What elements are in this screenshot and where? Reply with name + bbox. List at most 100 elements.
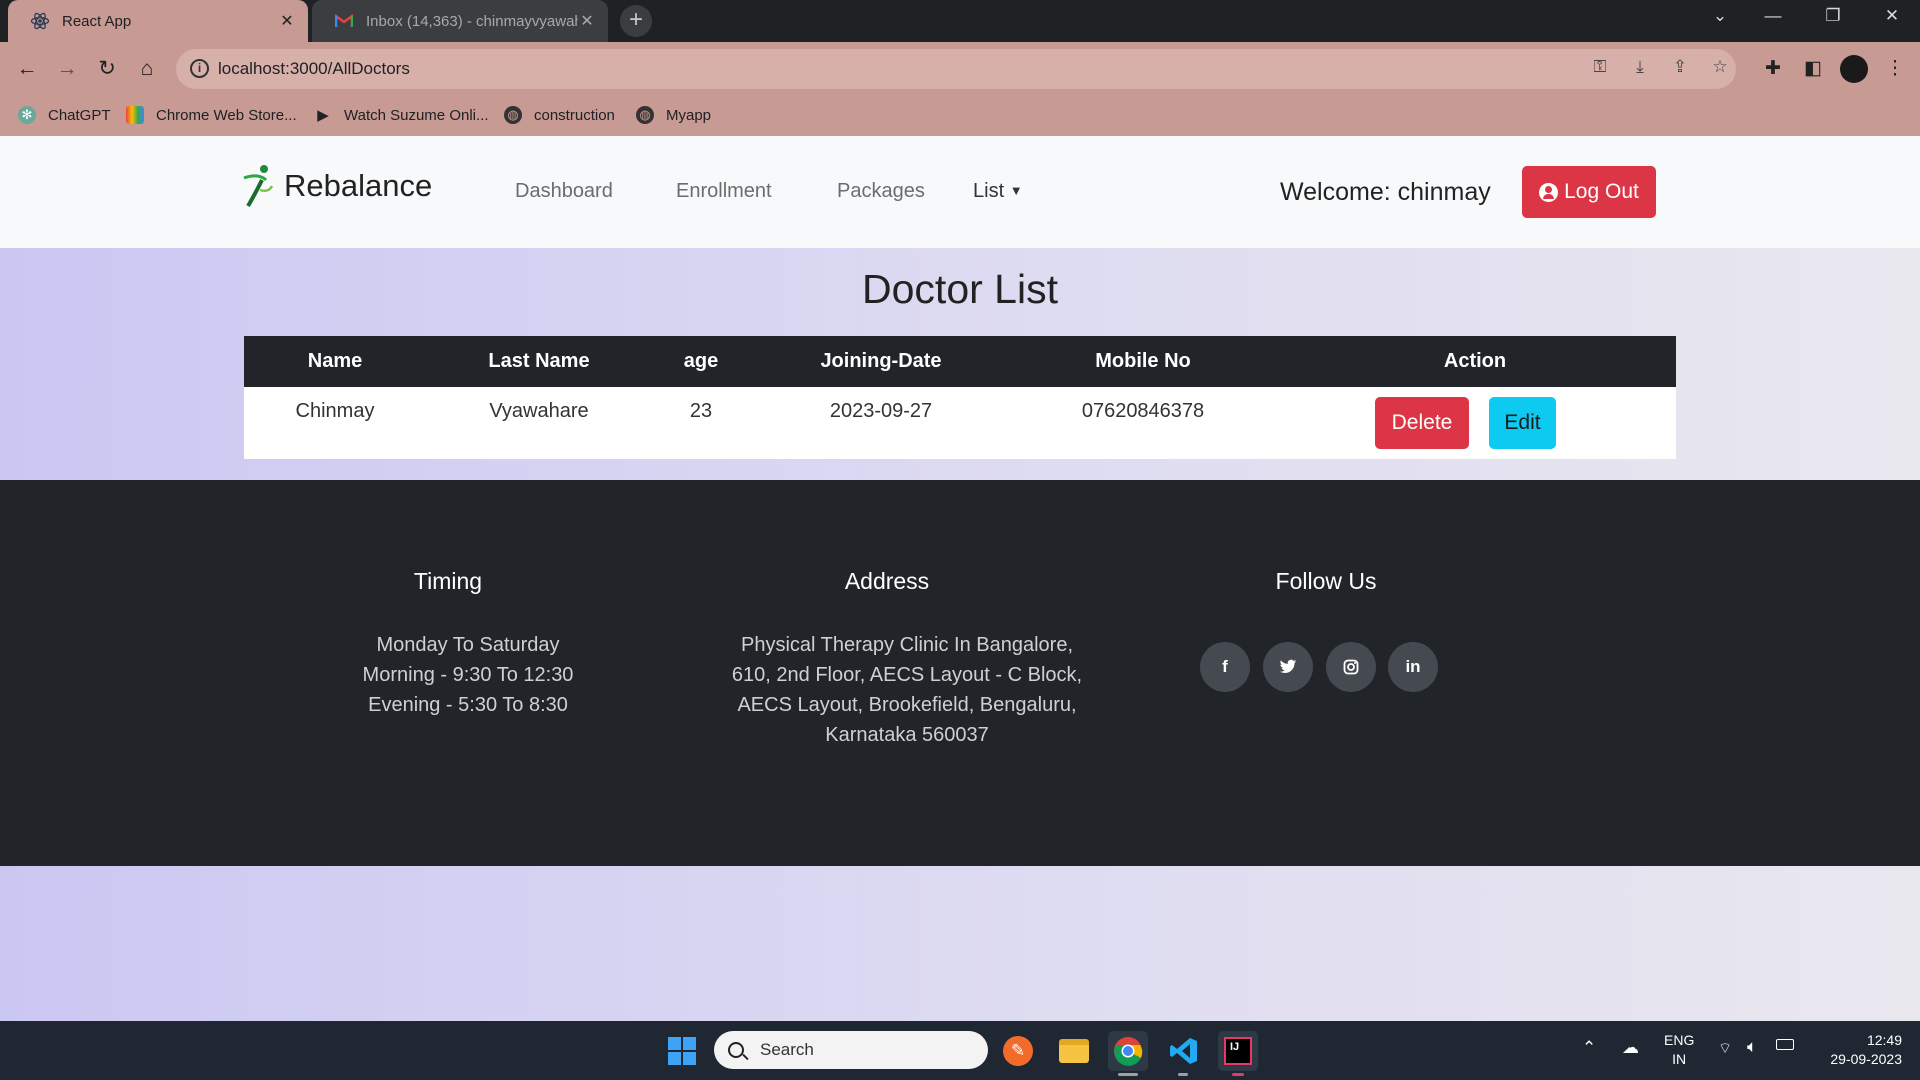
- close-tab-icon[interactable]: ✕: [578, 11, 596, 31]
- bookmark-construction[interactable]: ◍ construction: [504, 106, 615, 124]
- tab-title: React App: [62, 12, 132, 30]
- wifi-icon[interactable]: ⌔: [1718, 1039, 1732, 1058]
- key-icon[interactable]: ⚿: [1588, 57, 1612, 81]
- linkedin-icon[interactable]: in: [1388, 642, 1438, 692]
- file-explorer-icon[interactable]: [1054, 1031, 1094, 1071]
- close-tab-icon[interactable]: ✕: [278, 11, 296, 31]
- vscode-icon[interactable]: [1164, 1031, 1204, 1071]
- column-header-action: Action: [1443, 350, 1507, 372]
- share-icon[interactable]: ⇪: [1668, 57, 1692, 81]
- onedrive-cloud-icon[interactable]: ☁: [1622, 1038, 1639, 1058]
- user-circle-icon: [1539, 182, 1559, 202]
- volume-icon[interactable]: 🔈︎: [1747, 1037, 1757, 1057]
- close-window-icon[interactable]: ✕: [1872, 6, 1912, 26]
- battery-icon[interactable]: [1776, 1039, 1794, 1050]
- chevron-up-icon[interactable]: ⌃: [1582, 1038, 1596, 1058]
- footer-address-text: Physical Therapy Clinic In Bangalore, 61…: [732, 630, 1082, 750]
- footer-heading-timing: Timing: [413, 568, 483, 594]
- column-header-joining-date: Joining-Date: [820, 350, 942, 372]
- instagram-icon[interactable]: [1326, 642, 1376, 692]
- cell-joining-date: 2023-09-27: [829, 400, 933, 422]
- cell-age: 23: [689, 400, 713, 422]
- back-icon[interactable]: ←: [12, 54, 42, 84]
- vscode-active-indicator: [1178, 1073, 1188, 1076]
- start-menu-icon[interactable]: [662, 1031, 702, 1071]
- new-tab-button[interactable]: +: [620, 5, 652, 37]
- cell-last-name: Vyawahare: [489, 400, 589, 422]
- language-indicator[interactable]: ENG IN: [1664, 1031, 1694, 1069]
- app-orange-icon[interactable]: ✎: [998, 1031, 1038, 1071]
- bookmark-label: construction: [534, 106, 615, 124]
- bookmark-chatgpt[interactable]: ✻ ChatGPT: [18, 106, 111, 124]
- forward-icon[interactable]: →: [52, 54, 82, 84]
- search-icon: [728, 1042, 744, 1058]
- brand-name: Rebalance: [284, 168, 433, 203]
- bookmark-myapp[interactable]: ◍ Myapp: [636, 106, 711, 124]
- nav-link-packages[interactable]: Packages: [837, 180, 925, 203]
- extensions-icon[interactable]: ✚: [1760, 57, 1786, 83]
- nav-dropdown-list[interactable]: List ▼: [973, 180, 1023, 203]
- nav-dropdown-label: List: [973, 180, 1005, 202]
- doctor-table: Name Last Name age Joining-Date Mobile N…: [244, 336, 1676, 459]
- edit-button[interactable]: Edit: [1489, 397, 1556, 449]
- chrome-icon[interactable]: [1108, 1031, 1148, 1071]
- logout-label: Log Out: [1564, 180, 1639, 203]
- tab-search-icon[interactable]: ⌄: [1700, 6, 1740, 26]
- intellij-active-indicator: [1232, 1073, 1244, 1076]
- webstore-icon: [126, 106, 144, 124]
- intellij-icon[interactable]: IJ: [1218, 1031, 1258, 1071]
- bookmark-watch-suzume[interactable]: ▶ Watch Suzume Onli...: [314, 106, 489, 125]
- welcome-text: Welcome: chinmay: [1280, 178, 1491, 206]
- chatgpt-icon: ✻: [18, 106, 36, 124]
- twitter-icon[interactable]: [1263, 642, 1313, 692]
- bookmark-star-icon[interactable]: ☆: [1708, 57, 1732, 81]
- minimize-icon[interactable]: —: [1753, 6, 1793, 26]
- page-viewport: Rebalance Dashboard Enrollment Packages …: [0, 136, 1920, 1021]
- menu-kebab-icon[interactable]: ⋮: [1882, 57, 1908, 83]
- tab-gmail-inbox[interactable]: Inbox (14,363) - chinmayvyawah ✕: [312, 0, 608, 42]
- url-text: localhost:3000/AllDoctors: [218, 59, 410, 78]
- delete-button[interactable]: Delete: [1375, 397, 1469, 449]
- install-icon[interactable]: ⤓: [1628, 57, 1652, 81]
- home-icon[interactable]: ⌂: [132, 54, 162, 84]
- tab-react-app[interactable]: React App ✕: [8, 0, 308, 42]
- clock-date: 29-09-2023: [1830, 1051, 1902, 1067]
- caret-down-icon: ▼: [1009, 183, 1023, 198]
- bookmark-label: Watch Suzume Onli...: [344, 106, 489, 124]
- nav-link-dashboard[interactable]: Dashboard: [515, 180, 613, 203]
- play-icon: ▶: [317, 107, 329, 124]
- footer-heading-follow-us: Follow Us: [1275, 568, 1377, 594]
- bookmarks-bar: ✻ ChatGPT Chrome Web Store... ▶ Watch Su…: [0, 96, 1920, 136]
- cell-name: Chinmay: [295, 400, 375, 422]
- bookmark-chrome-web-store[interactable]: Chrome Web Store...: [126, 106, 297, 124]
- profile-avatar[interactable]: [1840, 55, 1868, 83]
- address-line: AECS Layout, Brookefield, Bengaluru,: [737, 694, 1077, 716]
- browser-tab-bar: React App ✕ Inbox (14,363) - chinmayvyaw…: [0, 0, 1920, 42]
- address-bar[interactable]: i localhost:3000/AllDoctors ⚿ ⤓ ⇪ ☆: [176, 49, 1736, 89]
- chrome-active-indicator: [1118, 1073, 1138, 1076]
- page-title: Doctor List: [862, 266, 1058, 312]
- footer-timing-text: Monday To Saturday Morning - 9:30 To 12:…: [363, 630, 574, 720]
- restore-icon[interactable]: ❐: [1813, 6, 1853, 26]
- address-line: Physical Therapy Clinic In Bangalore,: [740, 634, 1074, 656]
- footer: Timing Monday To Saturday Morning - 9:30…: [0, 480, 1920, 866]
- column-header-mobile: Mobile No: [1095, 350, 1191, 372]
- brand[interactable]: Rebalance: [240, 164, 432, 208]
- timing-line: Monday To Saturday: [376, 634, 560, 656]
- language-code: ENG: [1664, 1032, 1695, 1048]
- side-panel-icon[interactable]: ◧: [1800, 57, 1826, 83]
- column-header-name: Name: [307, 350, 363, 372]
- timing-line: Evening - 5:30 To 8:30: [368, 694, 568, 716]
- taskbar-search[interactable]: Search: [714, 1031, 988, 1069]
- bookmark-label: ChatGPT: [48, 106, 111, 124]
- clock[interactable]: 12:49 29-09-2023: [1812, 1031, 1902, 1069]
- nav-link-enrollment[interactable]: Enrollment: [676, 180, 772, 203]
- region-code: IN: [1672, 1051, 1687, 1067]
- clock-time: 12:49: [1866, 1032, 1902, 1048]
- globe-icon: ◍: [504, 106, 522, 124]
- logout-button[interactable]: Log Out: [1522, 166, 1656, 218]
- column-header-age: age: [683, 350, 719, 372]
- reload-icon[interactable]: ↻: [92, 54, 122, 84]
- site-info-icon[interactable]: i: [190, 59, 209, 78]
- facebook-icon[interactable]: f: [1200, 642, 1250, 692]
